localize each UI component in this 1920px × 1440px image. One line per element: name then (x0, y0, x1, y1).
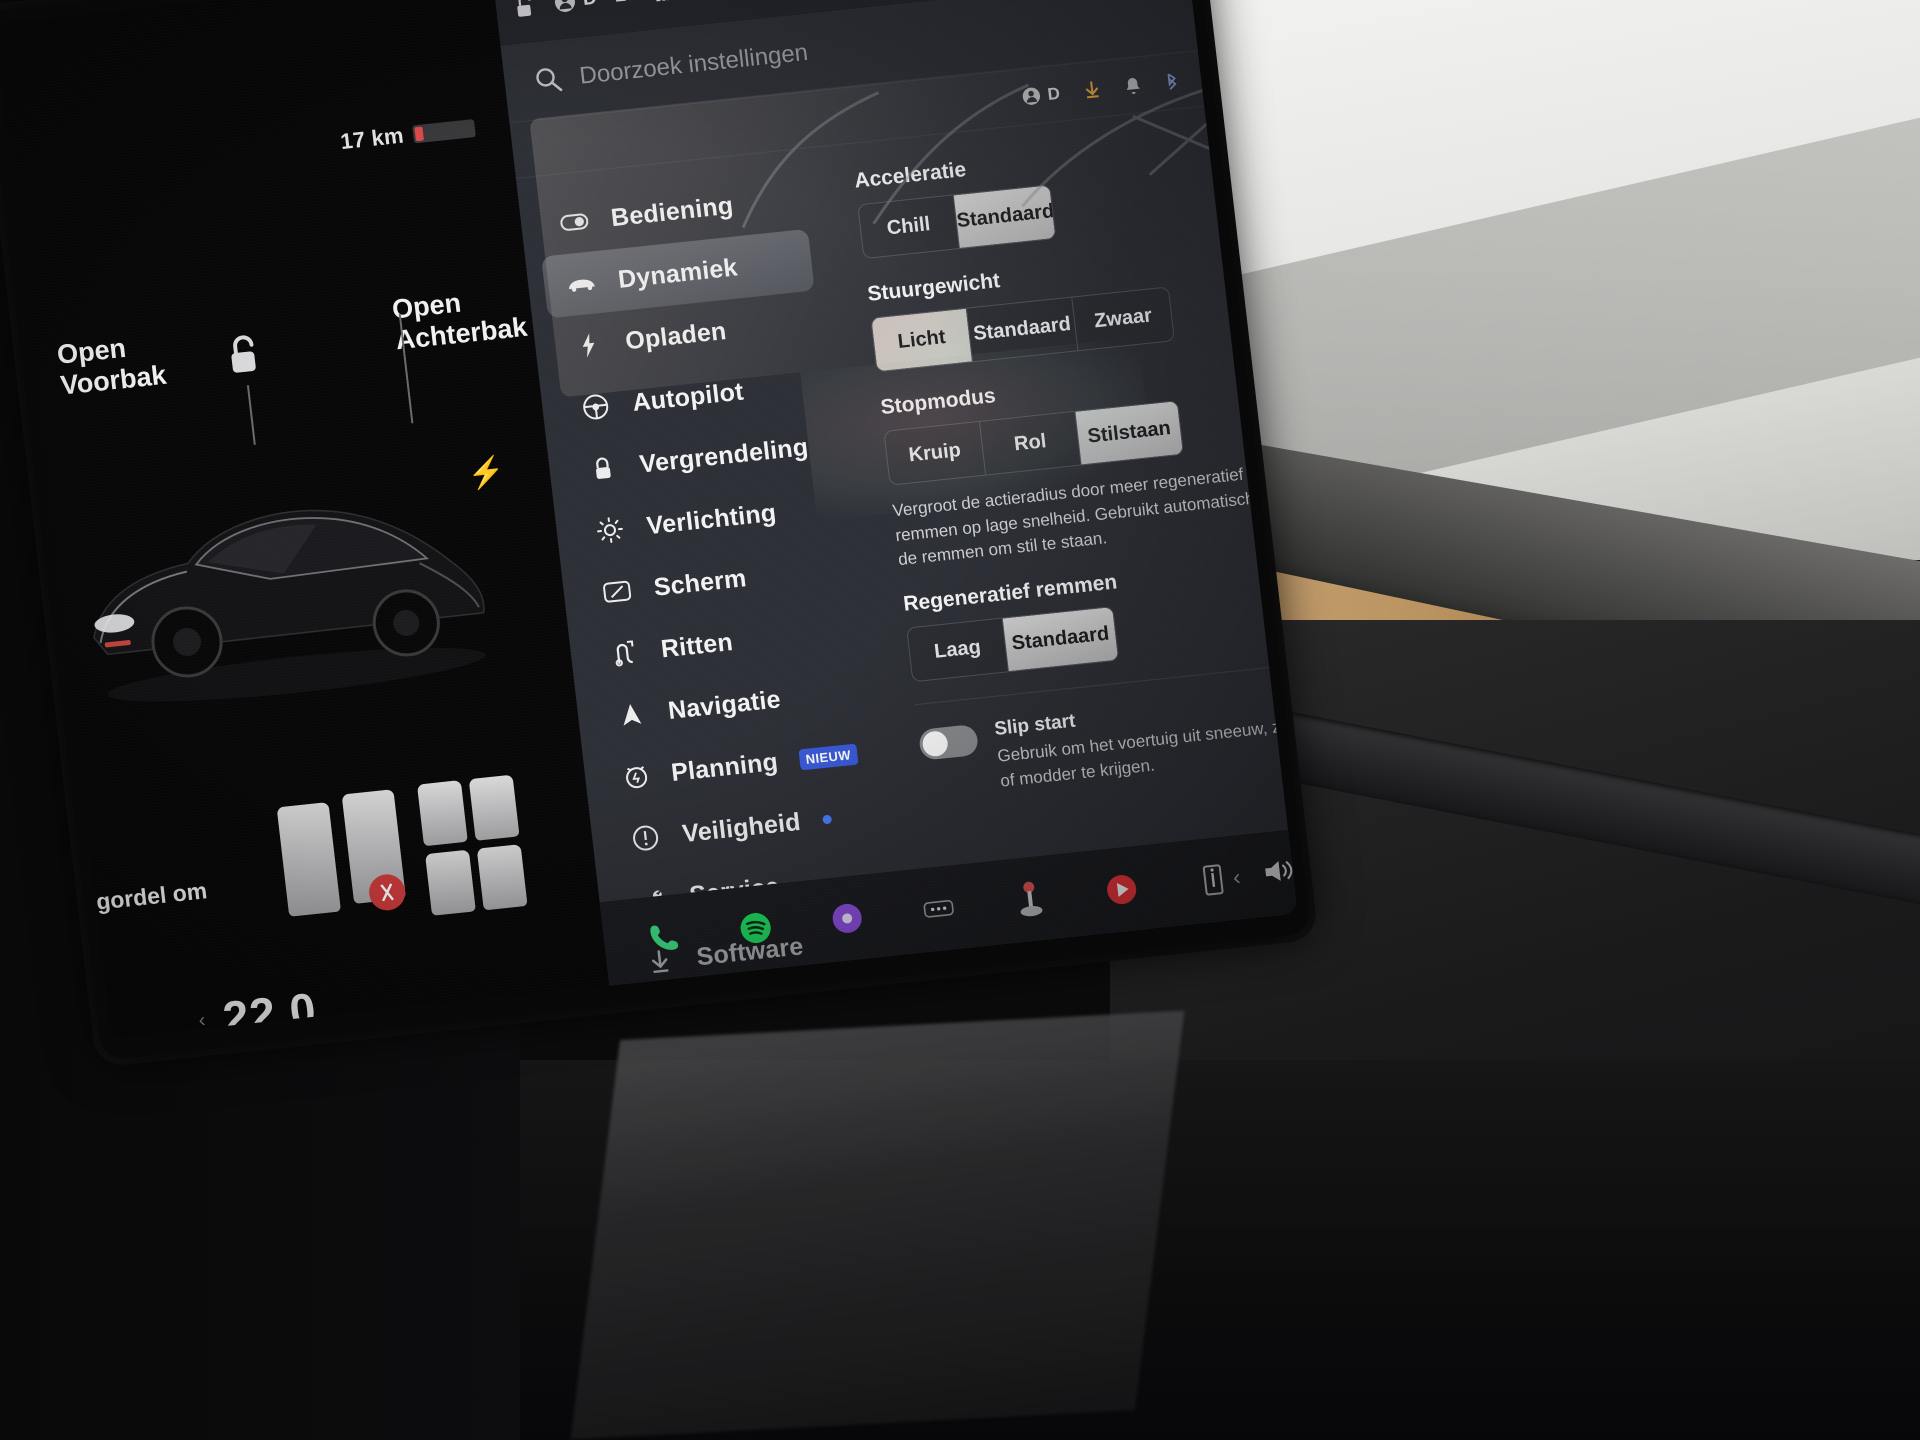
volume-down-arrow[interactable]: ‹ (1232, 864, 1242, 891)
update-indicator[interactable] (1083, 79, 1102, 100)
sidebar-label: Dynamiek (616, 252, 739, 294)
sidebar-label: Opladen (623, 316, 728, 355)
slip-start-row[interactable]: Slip start Gebruik om het voertuig uit s… (917, 686, 1298, 802)
info-icon[interactable] (1191, 858, 1235, 902)
navigation-arrow-icon (615, 700, 648, 729)
sidebar-label: Bediening (609, 191, 735, 232)
option-zwaar[interactable]: Zwaar (1072, 287, 1174, 350)
search-input[interactable]: Doorzoek instellingen (578, 38, 809, 90)
seat-occupancy-diagram (266, 773, 542, 949)
sidebar-label: Software (694, 931, 805, 971)
slip-start-text: Slip start Gebruik om het voertuig uit s… (993, 686, 1297, 794)
slip-start-toggle[interactable] (917, 723, 980, 761)
option-rol[interactable]: Rol (979, 411, 1082, 475)
profile-indicator[interactable]: D (1021, 83, 1061, 107)
car-render (93, 509, 486, 702)
lock-icon (586, 454, 619, 483)
new-badge: NIEUW (798, 743, 858, 770)
sidebar-label: Navigatie (666, 684, 783, 725)
alert-circle-icon (629, 824, 662, 853)
signal-bars-icon (655, 0, 677, 2)
sun-brightness-icon (594, 516, 627, 545)
profile-indicator-label: D (1046, 83, 1061, 104)
bluetooth-icon[interactable] (1164, 71, 1180, 91)
acceleratie-segmented-control[interactable]: Chill Standaard (857, 184, 1057, 260)
option-standaard[interactable]: Standaard (953, 185, 1056, 249)
settings-app: D LTE SOS 11:54 21°C (492, 0, 1298, 986)
toggle-switch-icon (558, 212, 590, 233)
sidebar-label: Planning (669, 747, 780, 787)
joystick-icon[interactable] (1008, 877, 1052, 921)
lte-label: LTE (613, 0, 650, 8)
statusbar-driver-profile[interactable]: D (553, 0, 598, 14)
center-console (570, 1010, 1185, 1440)
sidebar-label: Scherm (652, 563, 748, 602)
settings-body: Bediening Dynamiek Opladen Autopilot Ver… (516, 98, 1298, 973)
open-trunk-label[interactable]: Open Achterbak (390, 281, 528, 356)
option-standaard[interactable]: Standaard (966, 297, 1079, 362)
bolt-icon (572, 331, 605, 360)
sidebar-label: Veiligheid (680, 807, 803, 848)
battery-icon (412, 119, 477, 144)
tesla-touchscreen: 17 km Open Voorbak Open Achterbak ⚡ gord… (0, 0, 1298, 1038)
touchscreen-assembly: 17 km Open Voorbak Open Achterbak ⚡ gord… (0, 0, 1311, 1073)
option-standaard[interactable]: Standaard (1002, 606, 1119, 672)
display-icon (601, 579, 633, 604)
status-dot (821, 814, 832, 824)
option-kruip[interactable]: Kruip (884, 421, 987, 485)
statusbar-cellular[interactable]: LTE (613, 0, 677, 8)
sidebar-label: Verlichting (645, 498, 778, 540)
option-laag[interactable]: Laag (907, 618, 1009, 682)
volume-controls: ‹ › (1231, 847, 1297, 894)
play-icon[interactable] (1099, 868, 1143, 912)
route-icon (608, 639, 641, 668)
option-licht[interactable]: Licht (871, 308, 973, 372)
steering-wheel-icon (579, 392, 612, 421)
seat-rear-right (468, 774, 520, 841)
sidebar-label: Ritten (659, 627, 735, 663)
search-icon (536, 68, 563, 92)
driver-profile-label: D (582, 0, 598, 11)
seat-rear-mid (424, 849, 476, 916)
seat-front-left (276, 802, 342, 917)
unlock-icon[interactable] (222, 330, 267, 380)
seat-rear-left (416, 780, 468, 847)
screenshot-root: 17 km Open Voorbak Open Achterbak ⚡ gord… (0, 0, 1920, 1440)
car-icon (566, 273, 598, 294)
open-frunk-label[interactable]: Open Voorbak (55, 329, 168, 402)
range-indicator: 17 km (339, 115, 477, 155)
notifications-icon[interactable] (1123, 75, 1142, 96)
download-arrow-icon (644, 948, 677, 975)
option-stilstaan[interactable]: Stilstaan (1075, 401, 1183, 465)
charge-port-icon: ⚡ (465, 454, 507, 492)
toggle-knob (921, 729, 950, 758)
regen-segmented-control[interactable]: Laag Standaard (906, 605, 1120, 683)
sidebar-label: Autopilot (630, 377, 745, 417)
sidebar-label: Vergrendeling (637, 432, 810, 479)
range-value: 17 km (339, 122, 406, 155)
seatbelt-warning-text: gordel om (94, 877, 209, 915)
seat-rear-far (476, 844, 528, 911)
group-title: Acceleratie (853, 158, 968, 193)
alarm-clock-icon (622, 762, 651, 791)
more-icon[interactable] (916, 887, 960, 931)
statusbar-unlock-icon[interactable] (513, 0, 538, 19)
option-chill[interactable]: Chill (858, 195, 960, 259)
